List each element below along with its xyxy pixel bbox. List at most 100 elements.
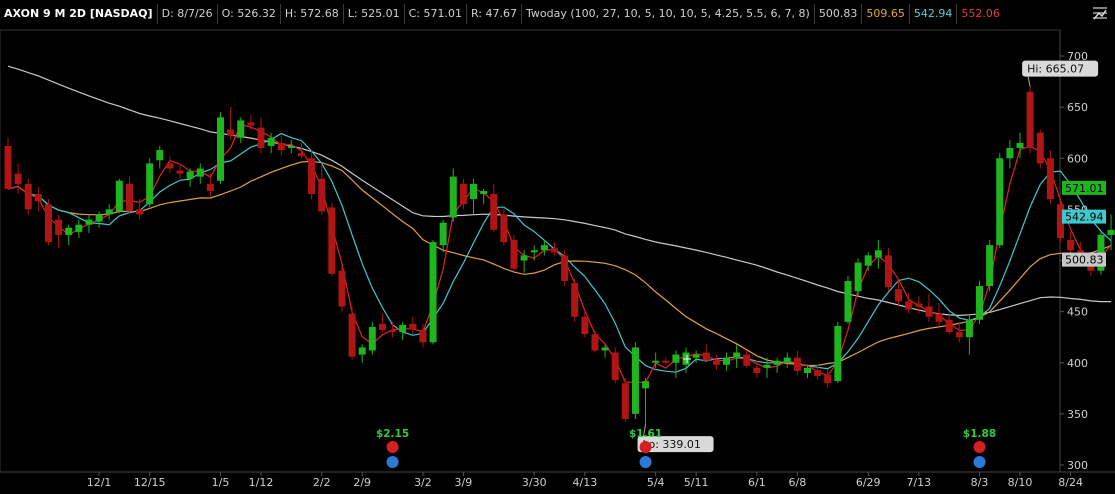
time-tick-label: 12/15 xyxy=(134,476,166,489)
price-tick-label: 400 xyxy=(1067,357,1088,370)
candle-down xyxy=(389,330,397,333)
candle-down xyxy=(1026,91,1034,149)
candle-down xyxy=(125,183,133,212)
event-phone-icon xyxy=(973,441,986,453)
candle-down xyxy=(176,170,184,174)
candle-down xyxy=(1067,240,1075,251)
candle-up xyxy=(470,183,478,200)
chart-header: AXON 9 M 2D [NASDAQ] D: 8/7/26 O: 526.32… xyxy=(0,0,1115,28)
candle-up xyxy=(267,137,275,146)
candle-down xyxy=(915,303,923,307)
candle-down xyxy=(743,354,751,366)
chart-settings-icon[interactable] xyxy=(1091,4,1109,22)
candle-down xyxy=(24,183,32,210)
dividend-amount: $1.88 xyxy=(963,428,996,440)
candle-down xyxy=(338,270,346,307)
candle-up xyxy=(217,117,225,181)
event-info-icon xyxy=(386,456,399,468)
study-value-fast: 552.06 xyxy=(961,7,1000,20)
candle-down xyxy=(490,194,498,230)
candle-down xyxy=(561,255,569,281)
symbol-label[interactable]: AXON 9 M 2D [NASDAQ] xyxy=(0,4,158,24)
candle-up xyxy=(65,227,73,235)
candle-up xyxy=(1016,142,1024,149)
candle-up xyxy=(95,214,103,222)
candle-up xyxy=(834,325,842,382)
time-tick-label: 6/8 xyxy=(789,476,807,489)
candle-down xyxy=(348,313,356,357)
plot-area xyxy=(0,29,1061,473)
candle-up xyxy=(520,255,528,261)
candle-down xyxy=(409,323,417,330)
time-tick-label: 3/30 xyxy=(522,476,547,489)
candle-down xyxy=(308,158,316,195)
time-tick-label: 8/3 xyxy=(971,476,989,489)
candle-down xyxy=(884,255,892,288)
candle-down xyxy=(621,383,629,419)
event-info-icon xyxy=(639,456,652,468)
price-chart[interactable]: 30035040045050055060065070012/112/151/51… xyxy=(0,0,1115,494)
price-tick-label: 350 xyxy=(1067,408,1088,421)
candle-down xyxy=(166,163,174,169)
candle-up xyxy=(976,286,984,320)
candle-down xyxy=(257,127,265,149)
candle-down xyxy=(945,319,953,333)
candle-down xyxy=(935,313,943,322)
study-value-slow: 509.65 xyxy=(862,4,910,24)
candle-up xyxy=(85,219,93,225)
candle-down xyxy=(662,360,670,363)
candle-down xyxy=(4,145,12,189)
candle-down xyxy=(955,332,963,338)
time-tick-label: 3/9 xyxy=(455,476,473,489)
open-value: O: 526.32 xyxy=(218,4,281,24)
candle-down xyxy=(459,183,467,205)
candle-up xyxy=(652,360,660,363)
candle-down xyxy=(510,240,518,269)
study-value-mid: 542.94 xyxy=(910,4,958,24)
candle-down xyxy=(206,183,214,191)
candle-down xyxy=(55,219,63,235)
low-value: L: 525.01 xyxy=(344,4,405,24)
candle-down xyxy=(702,352,710,361)
candle-up xyxy=(287,145,295,149)
time-tick-label: 6/1 xyxy=(748,476,766,489)
candle-down xyxy=(500,214,508,243)
candle-up xyxy=(631,347,639,414)
close-value: C: 571.01 xyxy=(405,4,467,24)
candle-down xyxy=(277,142,285,151)
time-tick-label: 2/9 xyxy=(353,476,371,489)
candle-down xyxy=(1036,132,1044,164)
candle-up xyxy=(429,242,437,343)
candle-up xyxy=(186,171,194,179)
candle-up xyxy=(996,158,1004,246)
candle-up xyxy=(874,250,882,258)
candle-down xyxy=(1046,158,1054,200)
candle-up xyxy=(783,357,791,363)
candle-up xyxy=(358,347,366,355)
candle-up xyxy=(115,180,123,212)
time-tick-label: 1/5 xyxy=(212,476,230,489)
candle-up xyxy=(1006,148,1014,159)
candle-up xyxy=(146,163,154,205)
time-tick-label: 5/11 xyxy=(684,476,709,489)
candle-down xyxy=(14,173,22,184)
candle-up xyxy=(965,319,973,338)
candle-up xyxy=(672,354,680,363)
high-value: H: 572.68 xyxy=(281,4,344,24)
price-tick-label: 650 xyxy=(1067,101,1088,114)
candle-down xyxy=(247,122,255,126)
time-tick-label: 8/10 xyxy=(1008,476,1033,489)
date-value: D: 8/7/26 xyxy=(158,4,218,24)
candle-up xyxy=(1107,229,1115,235)
study-label[interactable]: Twoday (100, 27, 10, 5, 10, 10, 5, 4.25,… xyxy=(522,4,815,24)
candle-down xyxy=(611,352,619,381)
candle-up xyxy=(105,209,113,215)
event-phone-icon xyxy=(639,441,652,453)
high-callout-text: Hi: 665.07 xyxy=(1027,63,1084,76)
candle-down xyxy=(814,369,822,377)
candle-down xyxy=(895,289,903,302)
candle-up xyxy=(692,354,700,358)
candle-down xyxy=(793,357,801,371)
candle-down xyxy=(925,306,933,317)
price-tick-label: 600 xyxy=(1067,152,1088,165)
